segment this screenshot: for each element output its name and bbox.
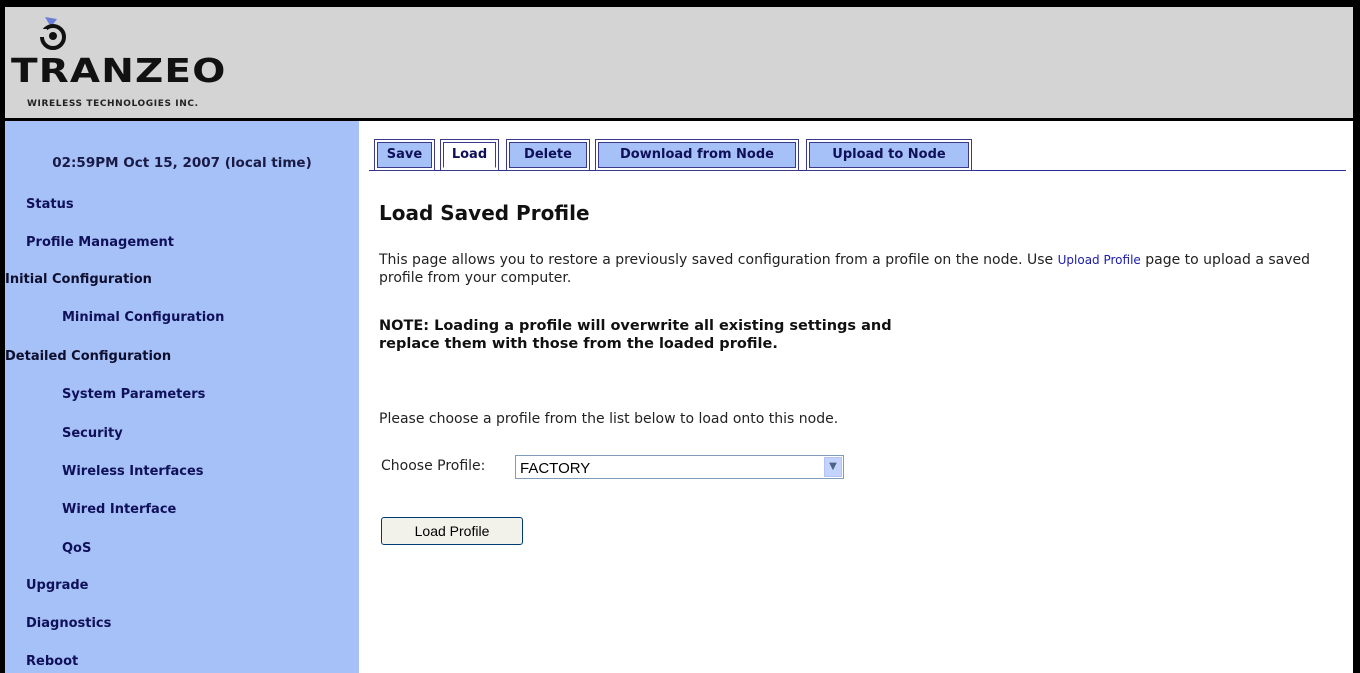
tab-delete[interactable]: Delete (506, 139, 590, 171)
choose-instructions: Please choose a profile from the list be… (379, 411, 839, 427)
app-frame: TRANZEO WIRELESS TECHNOLOGIES INC. 02:59… (5, 7, 1353, 673)
intro-text: This page allows you to restore a previo… (379, 252, 1054, 268)
profile-select-value: FACTORY (520, 460, 591, 477)
satellite-dish-icon (39, 17, 66, 50)
sidebar-item-upgrade[interactable]: Upgrade (26, 578, 88, 593)
sidebar: 02:59PM Oct 15, 2007 (local time) Status… (5, 121, 359, 673)
intro-paragraph: This page allows you to restore a previo… (379, 251, 1349, 287)
sidebar-item-wireless-interfaces[interactable]: Wireless Interfaces (62, 464, 204, 479)
sidebar-item-profile-management[interactable]: Profile Management (26, 235, 174, 250)
sidebar-datetime: 02:59PM Oct 15, 2007 (local time) (52, 155, 312, 171)
tranzeo-logo[interactable]: TRANZEO WIRELESS TECHNOLOGIES INC. (11, 15, 291, 115)
tab-bar: Save Load Delete Download from Node Uplo… (369, 136, 1346, 171)
sidebar-item-reboot[interactable]: Reboot (26, 654, 78, 669)
choose-profile-label: Choose Profile: (381, 458, 486, 474)
sidebar-item-initial-configuration[interactable]: Initial Configuration (5, 272, 152, 287)
tab-upload-to-node[interactable]: Upload to Node (806, 139, 972, 171)
logo-subtitle: WIRELESS TECHNOLOGIES INC. (27, 99, 199, 109)
tab-download-from-node[interactable]: Download from Node (595, 139, 799, 171)
sidebar-item-security[interactable]: Security (62, 426, 123, 441)
sidebar-item-detailed-configuration[interactable]: Detailed Configuration (5, 349, 171, 364)
chevron-down-icon[interactable]: ▼ (824, 457, 842, 477)
logo-wordmark: TRANZEO (11, 51, 227, 90)
sidebar-item-qos[interactable]: QoS (62, 541, 91, 556)
overwrite-note: NOTE: Loading a profile will overwrite a… (379, 318, 892, 352)
header-bar: TRANZEO WIRELESS TECHNOLOGIES INC. (5, 7, 1353, 121)
profile-select[interactable]: FACTORY ▼ (515, 455, 844, 479)
load-profile-button[interactable]: Load Profile (381, 517, 523, 545)
sidebar-item-minimal-configuration[interactable]: Minimal Configuration (62, 310, 224, 325)
sidebar-item-diagnostics[interactable]: Diagnostics (26, 616, 111, 631)
sidebar-item-status[interactable]: Status (26, 197, 74, 212)
sidebar-item-system-parameters[interactable]: System Parameters (62, 387, 205, 402)
upload-profile-link[interactable]: Upload Profile (1058, 253, 1141, 267)
tab-save[interactable]: Save (374, 139, 435, 171)
page-title: Load Saved Profile (379, 201, 590, 225)
sidebar-item-wired-interface[interactable]: Wired Interface (62, 502, 176, 517)
tab-load[interactable]: Load (440, 139, 499, 171)
main-content: Save Load Delete Download from Node Uplo… (369, 121, 1349, 673)
